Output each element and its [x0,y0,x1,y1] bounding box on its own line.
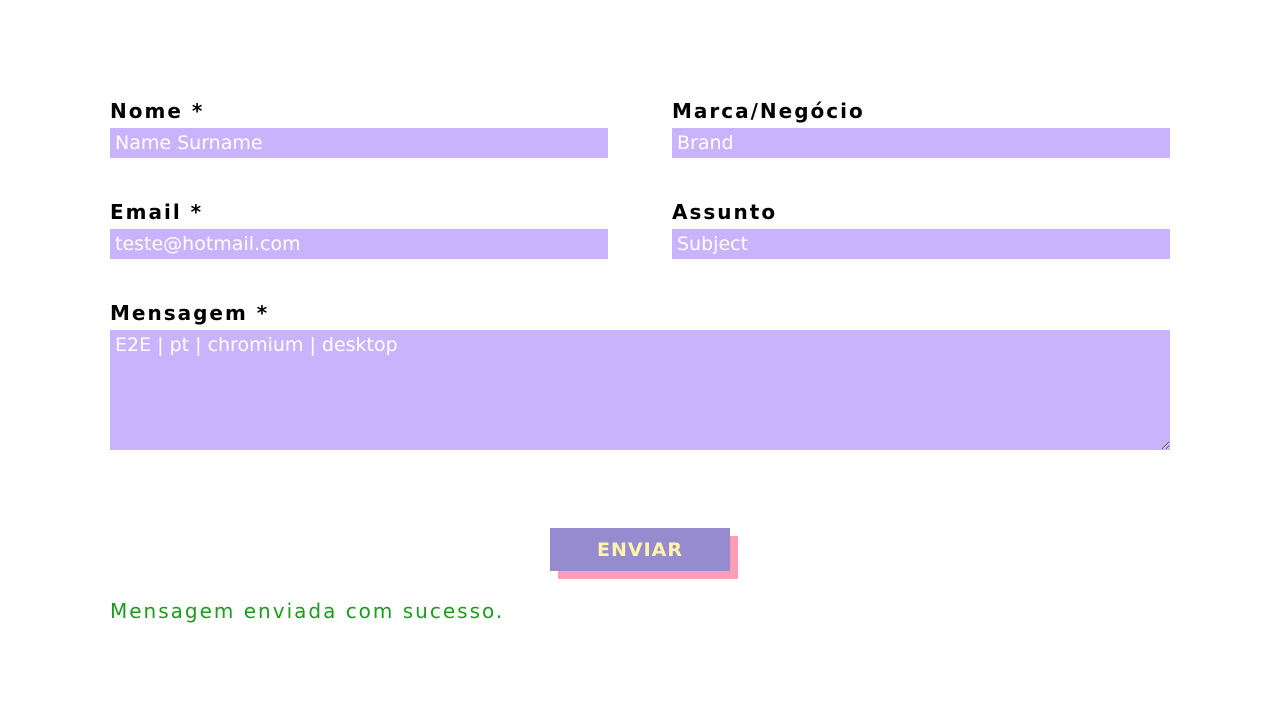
email-field-group: Email * [110,200,608,259]
message-field-group: Mensagem * E2E | pt | chromium | desktop [110,301,1170,450]
message-textarea[interactable]: E2E | pt | chromium | desktop [110,330,1170,450]
name-input[interactable] [110,128,608,158]
subject-input[interactable] [672,229,1170,259]
success-message: Mensagem enviada com sucesso. [110,599,505,623]
brand-label: Marca/Negócio [672,99,865,123]
subject-label: Assunto [672,200,778,224]
message-label: Mensagem * [110,301,270,325]
brand-field-group: Marca/Negócio [672,99,1170,158]
email-label: Email * [110,200,204,224]
submit-button[interactable]: ENVIAR [550,528,730,571]
subject-field-group: Assunto [672,200,1170,259]
contact-form-page: Nome * Marca/Negócio Email * Assunto Men… [0,0,1280,724]
email-input[interactable] [110,229,608,259]
brand-input[interactable] [672,128,1170,158]
name-label: Nome * [110,99,205,123]
name-field-group: Nome * [110,99,608,158]
submit-button-wrapper: ENVIAR [550,528,738,579]
